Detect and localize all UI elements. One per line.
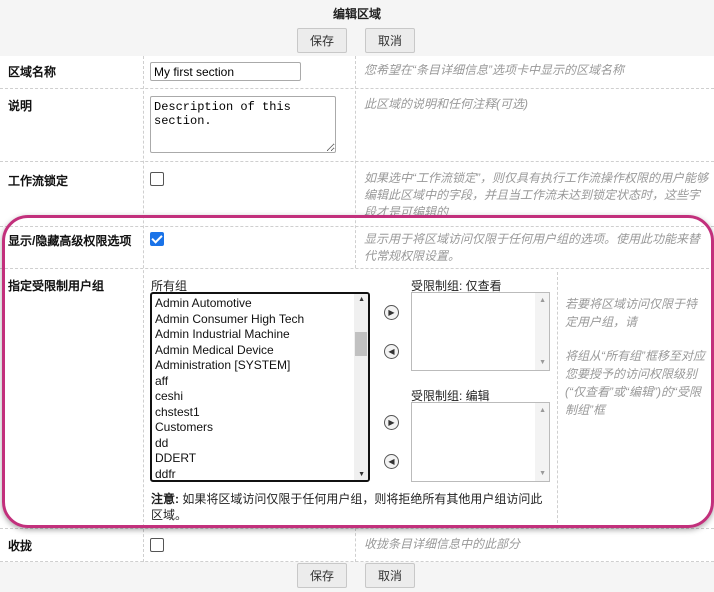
row-divider (0, 161, 714, 162)
collapse-label: 收拢 (8, 539, 33, 553)
workflow-lock-label: 工作流锁定 (8, 174, 69, 188)
advanced-options-checkbox[interactable] (150, 232, 164, 246)
remove-from-view-button[interactable]: ◀ (384, 344, 399, 359)
page-title: 编辑区域 (332, 7, 381, 21)
group-option[interactable]: Administration [SYSTEM] (152, 358, 368, 374)
description-label: 说明 (8, 99, 33, 113)
column-divider (355, 528, 356, 562)
group-option[interactable]: Admin Automotive (152, 296, 368, 312)
groups-desc-2: 将组从“所有组”框移至对应您要授予的访问权限级别(“仅查看”或“编辑”)的“受限… (565, 349, 705, 417)
group-option[interactable]: chstest1 (152, 405, 368, 421)
collapse-desc: 收拢条目详细信息中的此部分 (364, 537, 521, 551)
remove-from-edit-button[interactable]: ◀ (384, 454, 399, 469)
row-divider (0, 268, 714, 269)
restricted-groups-label: 指定受限制用户组 (8, 279, 105, 293)
scroll-down-icon[interactable]: ▼ (358, 471, 365, 478)
note-prefix: 注意: (151, 492, 179, 506)
group-option[interactable]: Customers (152, 420, 368, 436)
row-divider (0, 226, 714, 227)
group-option[interactable]: aff (152, 374, 368, 390)
group-option[interactable]: ceshi (152, 389, 368, 405)
column-divider (143, 56, 144, 562)
all-groups-listbox[interactable]: Admin Automotive Admin Consumer High Tech… (150, 292, 370, 482)
section-name-desc: 您希望在“条目详细信息”选项卡中显示的区域名称 (364, 63, 624, 77)
save-button-top[interactable]: 保存 (297, 28, 347, 53)
group-option[interactable]: DDERT (152, 451, 368, 467)
restriction-note: 注意: 如果将区域访问仅限于任何用户组，则将拒绝所有其他用户组访问此区域。 (151, 491, 551, 523)
view-only-listbox[interactable]: ▲ ▼ (411, 292, 550, 371)
section-name-input[interactable] (150, 62, 301, 81)
collapse-checkbox[interactable] (150, 538, 164, 552)
workflow-lock-desc: 如果选中“工作流锁定”，则仅具有执行工作流操作权限的用户能够编辑此区域中的字段，… (364, 171, 708, 219)
cancel-button-top[interactable]: 取消 (365, 28, 415, 53)
advanced-options-desc: 显示用于将区域访问仅限于任何用户组的选项。使用此功能来替代常规权限设置。 (364, 232, 701, 263)
scroll-thumb[interactable] (355, 332, 367, 356)
workflow-lock-checkbox[interactable] (150, 172, 164, 186)
all-groups-scrollbar[interactable]: ▲ ▼ (354, 294, 368, 480)
group-option[interactable]: dd (152, 436, 368, 452)
save-button-bottom[interactable]: 保存 (297, 563, 347, 588)
section-name-label: 区域名称 (8, 65, 57, 79)
row-divider (0, 88, 714, 89)
group-option[interactable]: Admin Consumer High Tech (152, 312, 368, 328)
cancel-button-bottom[interactable]: 取消 (365, 563, 415, 588)
groups-desc-1: 若要将区域访问仅限于特定用户组，请 (565, 297, 698, 329)
note-text: 如果将区域访问仅限于任何用户组，则将拒绝所有其他用户组访问此区域。 (151, 492, 543, 522)
group-option[interactable]: Admin Industrial Machine (152, 327, 368, 343)
group-option[interactable]: Admin Medical Device (152, 343, 368, 359)
add-to-edit-button[interactable]: ▶ (384, 415, 399, 430)
add-to-view-button[interactable]: ▶ (384, 305, 399, 320)
group-option[interactable]: ddfr (152, 467, 368, 481)
footer-band (0, 562, 714, 592)
description-desc: 此区域的说明和任何注释(可选) (364, 97, 528, 111)
edit-listbox[interactable]: ▲ ▼ (411, 402, 550, 482)
row-divider (0, 528, 714, 529)
description-textarea[interactable]: Description of this section. (150, 96, 336, 153)
column-divider (557, 272, 558, 528)
scroll-up-icon[interactable]: ▲ (358, 296, 365, 303)
advanced-options-label: 显示/隐藏高级权限选项 (8, 234, 132, 248)
